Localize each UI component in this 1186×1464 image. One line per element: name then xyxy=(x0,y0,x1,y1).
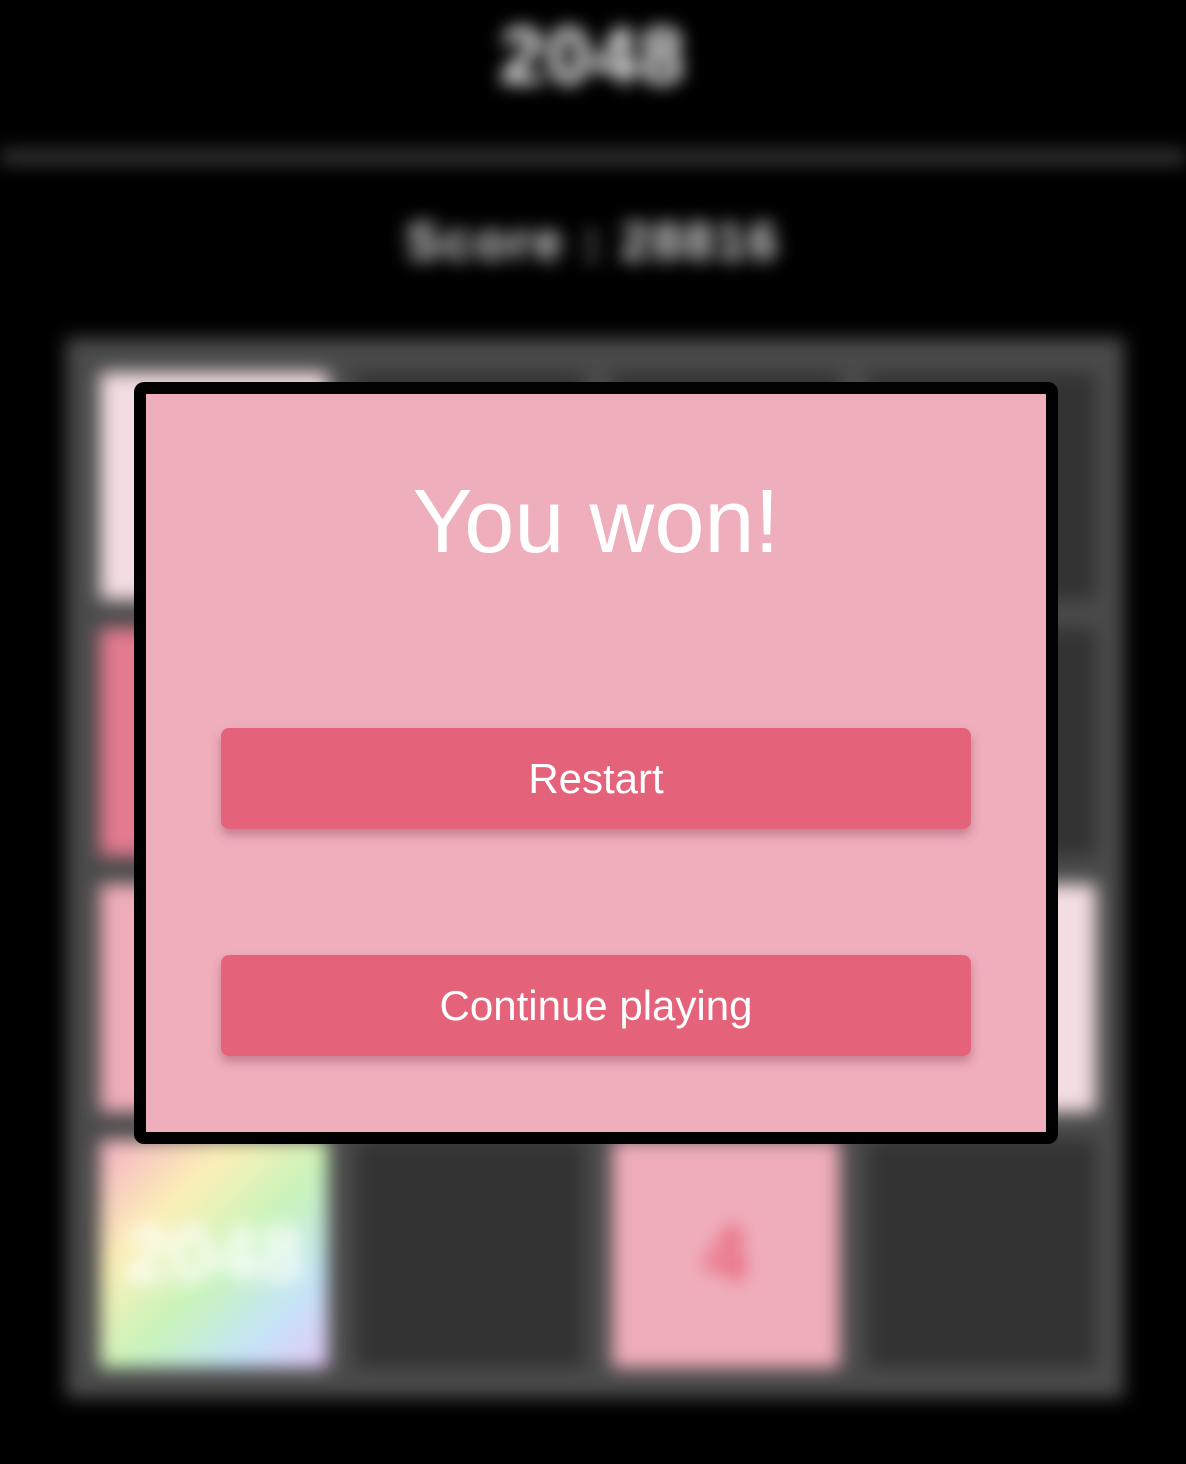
win-dialog: You won! Restart Continue playing xyxy=(134,382,1058,1144)
title-divider xyxy=(0,150,1186,164)
win-title: You won! xyxy=(412,472,780,572)
page: 2048 Score : 28816 2048 4 You won! Restar… xyxy=(0,0,1186,1464)
board-tile xyxy=(356,1140,584,1368)
continue-playing-button[interactable]: Continue playing xyxy=(221,955,971,1056)
board-tile: 2048 xyxy=(100,1140,328,1368)
restart-button[interactable]: Restart xyxy=(221,728,971,829)
game-title: 2048 xyxy=(500,11,686,100)
board-tile xyxy=(868,1140,1096,1368)
score-display: Score : 28816 xyxy=(405,213,781,271)
board-tile: 4 xyxy=(612,1140,840,1368)
